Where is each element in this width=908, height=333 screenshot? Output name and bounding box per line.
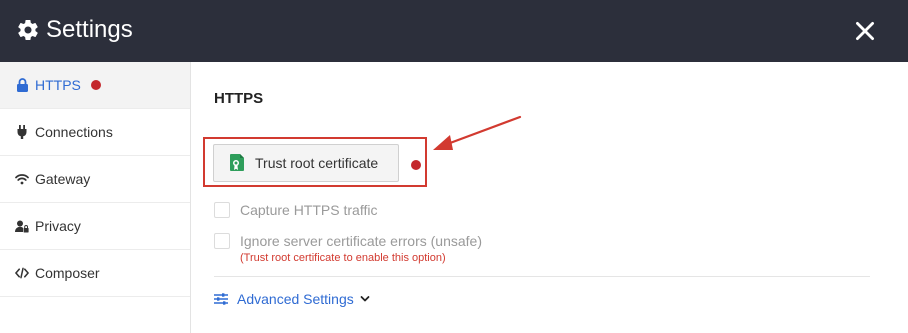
sidebar-item-label: Gateway	[35, 171, 91, 187]
ignore-errors-option: Ignore server certificate errors (unsafe…	[214, 233, 482, 265]
sliders-icon	[214, 293, 228, 305]
sidebar-item-label: Connections	[35, 124, 113, 140]
section-title: HTTPS	[214, 90, 264, 107]
code-icon	[15, 266, 29, 280]
warning-dot	[90, 80, 101, 90]
sidebar-item-composer[interactable]: Composer	[0, 250, 190, 297]
certificate-icon	[230, 154, 244, 171]
sidebar-item-privacy[interactable]: Privacy	[0, 203, 190, 250]
trust-root-certificate-button[interactable]: Trust root certificate	[213, 144, 399, 182]
trust-button-label: Trust root certificate	[255, 155, 379, 171]
advanced-settings-label: Advanced Settings	[237, 291, 354, 307]
user-lock-icon	[15, 219, 29, 233]
sidebar-item-label: HTTPS	[35, 77, 81, 93]
annotation-arrow	[433, 115, 522, 150]
sidebar-item-https[interactable]: HTTPS	[0, 62, 190, 109]
capture-https-label: Capture HTTPS traffic	[240, 202, 378, 218]
sidebar-item-connections[interactable]: Connections	[0, 109, 190, 156]
ignore-errors-label: Ignore server certificate errors (unsafe…	[240, 233, 482, 249]
chevron-down-icon	[360, 296, 370, 302]
plug-icon	[15, 125, 29, 139]
settings-sidebar: HTTPS Connections Gateway Privacy Compos…	[0, 62, 191, 333]
sidebar-item-gateway[interactable]: Gateway	[0, 156, 190, 203]
https-settings-panel: HTTPS Trust root certificate Capture HTT…	[192, 62, 908, 333]
ignore-errors-checkbox[interactable]	[214, 233, 230, 249]
window-title: Settings	[46, 16, 133, 43]
title-bar: Settings	[0, 0, 908, 62]
divider	[214, 276, 870, 277]
ignore-errors-hint: (Trust root certificate to enable this o…	[240, 252, 446, 264]
advanced-settings-toggle[interactable]: Advanced Settings	[214, 291, 370, 307]
lock-icon	[15, 78, 29, 92]
wifi-icon	[15, 172, 29, 186]
warning-dot	[411, 160, 421, 170]
gear-icon	[18, 20, 38, 41]
capture-https-checkbox[interactable]	[214, 202, 230, 218]
sidebar-item-label: Privacy	[35, 218, 81, 234]
capture-https-option: Capture HTTPS traffic	[214, 202, 377, 218]
close-icon[interactable]	[852, 18, 878, 44]
sidebar-item-label: Composer	[35, 265, 100, 281]
